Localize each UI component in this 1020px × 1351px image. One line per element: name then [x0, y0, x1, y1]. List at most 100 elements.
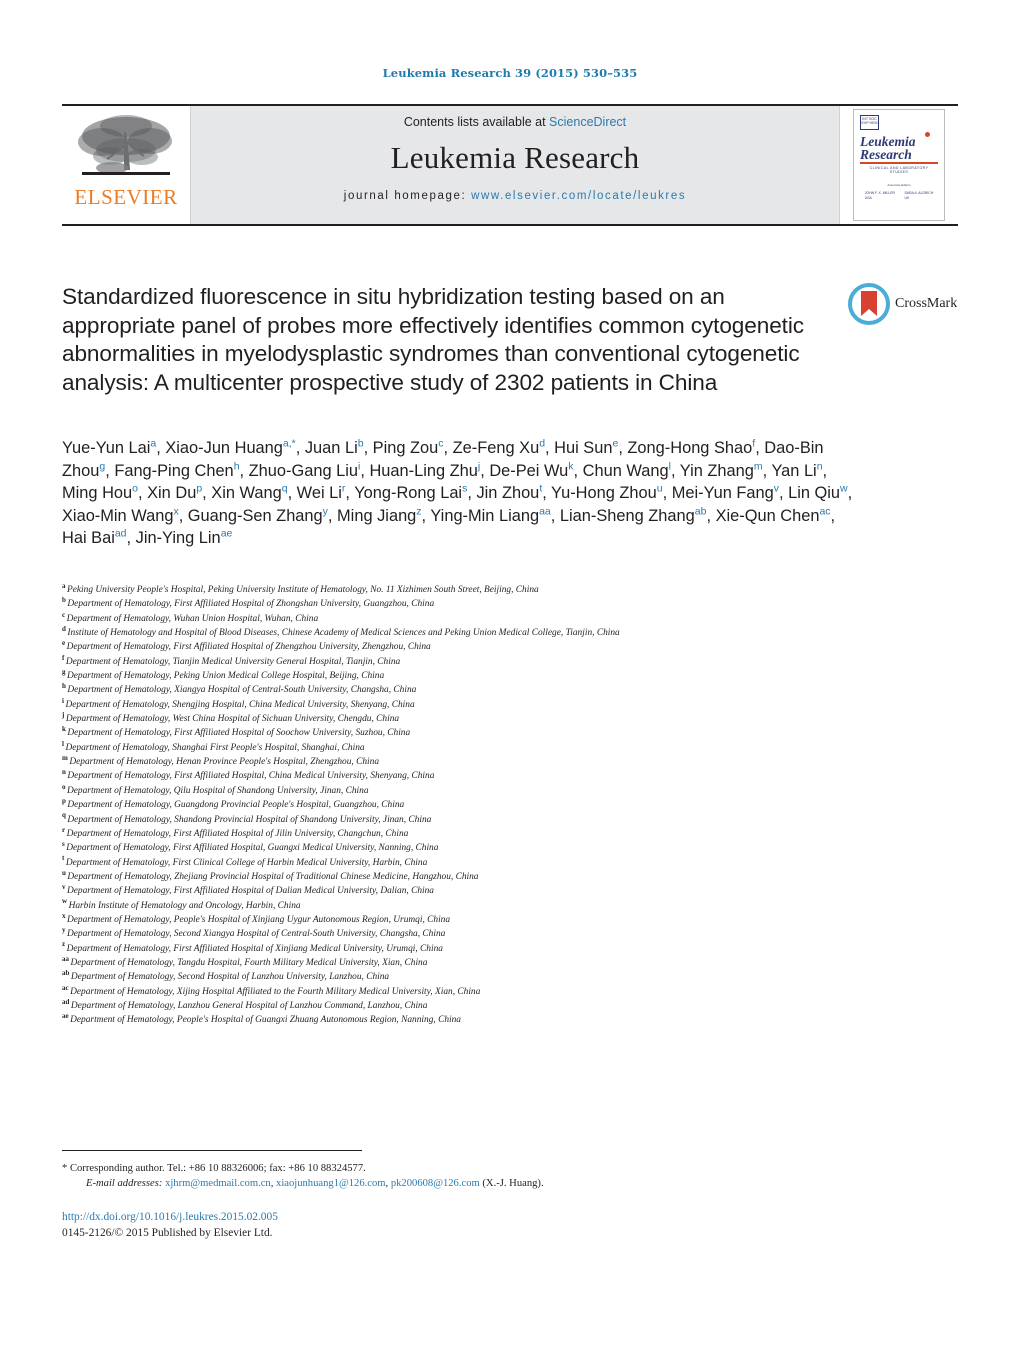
affiliation-row: i Department of Hematology, Shengjing Hos…	[62, 697, 942, 712]
author-affiliation-mark: d	[539, 437, 546, 450]
author-affiliation-mark: j	[477, 460, 481, 473]
affiliation-row: ae Department of Hematology, People's Hos…	[62, 1013, 942, 1027]
copyright-line: 0145-2126/© 2015 Published by Elsevier L…	[62, 1227, 273, 1239]
author-name: Ying-Min Liang	[430, 506, 540, 525]
author-name: Chun Wang	[582, 461, 669, 480]
affiliation-text: Department of Hematology, Qilu Hospital …	[67, 785, 369, 796]
affiliation-row: y Department of Hematology, Second Xiangy…	[62, 927, 942, 941]
author-affiliation-mark: c	[438, 437, 444, 450]
author-affiliation-mark: p	[196, 482, 203, 495]
author-affiliation-mark: b	[357, 437, 364, 450]
footnote-divider	[62, 1150, 362, 1151]
cover-editor-right-city: UK	[904, 195, 910, 200]
author-affiliation-mark: aa	[539, 505, 551, 518]
author-affiliation-mark: a,*	[282, 437, 296, 450]
sciencedirect-link[interactable]: ScienceDirect	[549, 115, 626, 129]
doi-link[interactable]: http://dx.doi.org/10.1016/j.leukres.2015…	[62, 1211, 278, 1223]
journal-cover-block: INT SOC EXP HEM Leukemia Research CLINIC…	[840, 106, 958, 224]
author-affiliation-mark: ae	[220, 527, 233, 540]
affiliation-text: Department of Hematology, Henan Province…	[69, 757, 380, 768]
author-name: Huan-Ling Zhu	[369, 461, 478, 480]
email-suffix: (X.-J. Huang).	[479, 1178, 544, 1189]
author-affiliation-mark: s	[462, 482, 468, 495]
affiliation-mark: q	[62, 811, 66, 820]
affiliation-row: x Department of Hematology, People's Hosp…	[62, 911, 942, 927]
affiliation-text: Department of Hematology, People's Hospi…	[67, 914, 451, 925]
author-affiliation-mark: v	[773, 482, 779, 495]
author-affiliation-mark: ab	[694, 505, 707, 518]
affiliation-text: Department of Hematology, First Affiliat…	[67, 728, 411, 739]
affiliation-row: aa Department of Hematology, Tangdu Hospi…	[62, 955, 942, 970]
affiliation-mark: k	[62, 725, 66, 734]
author-affiliation-mark: h	[233, 460, 240, 473]
author-affiliation-mark: i	[357, 460, 361, 473]
cover-association: Associate Editors	[887, 182, 911, 187]
author-name: Xin Wang	[211, 484, 282, 503]
affiliation-row: j Department of Hematology, West China Ho…	[62, 710, 942, 726]
affiliation-mark: z	[62, 940, 66, 949]
affiliation-row: b Department of Hematology, First Affilia…	[62, 597, 942, 611]
affiliation-row: v Department of Hematology, First Affilia…	[62, 884, 942, 898]
affiliation-text: Department of Hematology, Second Xiangya…	[67, 929, 446, 940]
affiliation-text: Department of Hematology, First Affiliat…	[66, 828, 409, 839]
affiliation-row: d Institute of Hematology and Hospital of…	[62, 625, 942, 640]
author-name: Guang-Sen Zhang	[187, 506, 323, 525]
affiliation-text: Institute of Hematology and Hospital of …	[67, 628, 620, 639]
email-link[interactable]: xjhrm@medmail.com.cn	[165, 1178, 271, 1189]
author-name: Xie-Qun Chen	[715, 506, 820, 525]
affiliation-row: ad Department of Hematology, Lanzhou Gene…	[62, 998, 942, 1013]
author-affiliation-mark: n	[816, 460, 823, 473]
affiliation-mark: b	[62, 596, 66, 605]
affiliation-mark: m	[62, 754, 68, 762]
cover-divider	[860, 162, 938, 164]
email-link[interactable]: xiaojunhuang1@126.com	[276, 1178, 386, 1189]
affiliation-text: Department of Hematology, Shengjing Hosp…	[65, 699, 415, 710]
affiliation-mark: r	[62, 825, 66, 834]
email-label: E-mail addresses:	[86, 1178, 166, 1189]
author-name: Lian-Sheng Zhang	[559, 506, 695, 525]
author-affiliation-mark: a	[150, 437, 157, 450]
affiliation-text: Department of Hematology, Shanghai First…	[65, 742, 365, 753]
affiliation-text: Department of Hematology, Tangdu Hospita…	[70, 957, 428, 968]
affiliation-mark: l	[62, 739, 64, 748]
author-affiliation-mark: t	[539, 482, 543, 495]
affiliation-text: Department of Hematology, First Affiliat…	[66, 642, 431, 653]
affiliation-row: c Department of Hematology, Wuhan Union H…	[62, 611, 942, 626]
crossmark-badge[interactable]: CrossMark	[848, 283, 960, 325]
affiliation-text: Department of Hematology, People's Hospi…	[70, 1015, 461, 1026]
journal-title: Leukemia Research	[390, 140, 640, 175]
author-name: Jin-Ying Lin	[135, 529, 221, 548]
affiliation-row: k Department of Hematology, First Affilia…	[62, 726, 942, 740]
homepage-url-link[interactable]: www.elsevier.com/locate/leukres	[471, 190, 686, 202]
affiliation-row: w Harbin Institute of Hematology and Onco…	[62, 897, 942, 913]
affiliation-mark: e	[62, 639, 66, 648]
affiliation-row: u Department of Hematology, Zhejiang Prov…	[62, 869, 942, 884]
author-affiliation-mark: ad	[114, 527, 127, 540]
affiliation-mark: ab	[62, 969, 70, 978]
email-addresses-note: E-mail addresses: xjhrm@medmail.com.cn, …	[86, 1178, 544, 1189]
journal-cover-thumbnail: INT SOC EXP HEM Leukemia Research CLINIC…	[853, 109, 945, 221]
author-name: Jin Zhou	[476, 484, 540, 503]
elsevier-tree-icon	[78, 115, 172, 175]
affiliation-row: e Department of Hematology, First Affilia…	[62, 640, 942, 654]
affiliation-row: l Department of Hematology, Shanghai Firs…	[62, 739, 942, 755]
affiliation-text: Department of Hematology, Shandong Provi…	[67, 814, 432, 825]
affiliation-mark: j	[62, 710, 65, 719]
affiliation-text: Department of Hematology, First Affiliat…	[66, 843, 439, 854]
affiliation-mark: x	[62, 911, 66, 920]
author-name: Yue-Yun Lai	[62, 439, 151, 457]
cover-editors: JOHN F. X. MILLER USA SARA A. ALDRICH UK	[860, 191, 938, 201]
affiliation-text: Department of Hematology, Tianjin Medica…	[65, 656, 401, 667]
affiliation-text: Department of Hematology, First Affiliat…	[67, 771, 435, 782]
affiliation-text: Department of Hematology, West China Hos…	[65, 714, 400, 725]
author-affiliation-mark: x	[173, 505, 179, 518]
affiliation-mark: w	[62, 897, 68, 906]
elsevier-logo: ELSEVIER	[62, 106, 190, 224]
author-name: Xiao-Min Wang	[62, 506, 174, 525]
author-name: Yong-Rong Lai	[354, 484, 463, 503]
affiliation-text: Department of Hematology, First Affiliat…	[67, 886, 434, 897]
author-name: Xin Du	[147, 484, 197, 503]
journal-masthead: ELSEVIER Contents lists available at Sci…	[62, 104, 958, 226]
cover-dot-icon	[925, 132, 930, 137]
email-link[interactable]: pk200608@126.com	[391, 1178, 480, 1189]
